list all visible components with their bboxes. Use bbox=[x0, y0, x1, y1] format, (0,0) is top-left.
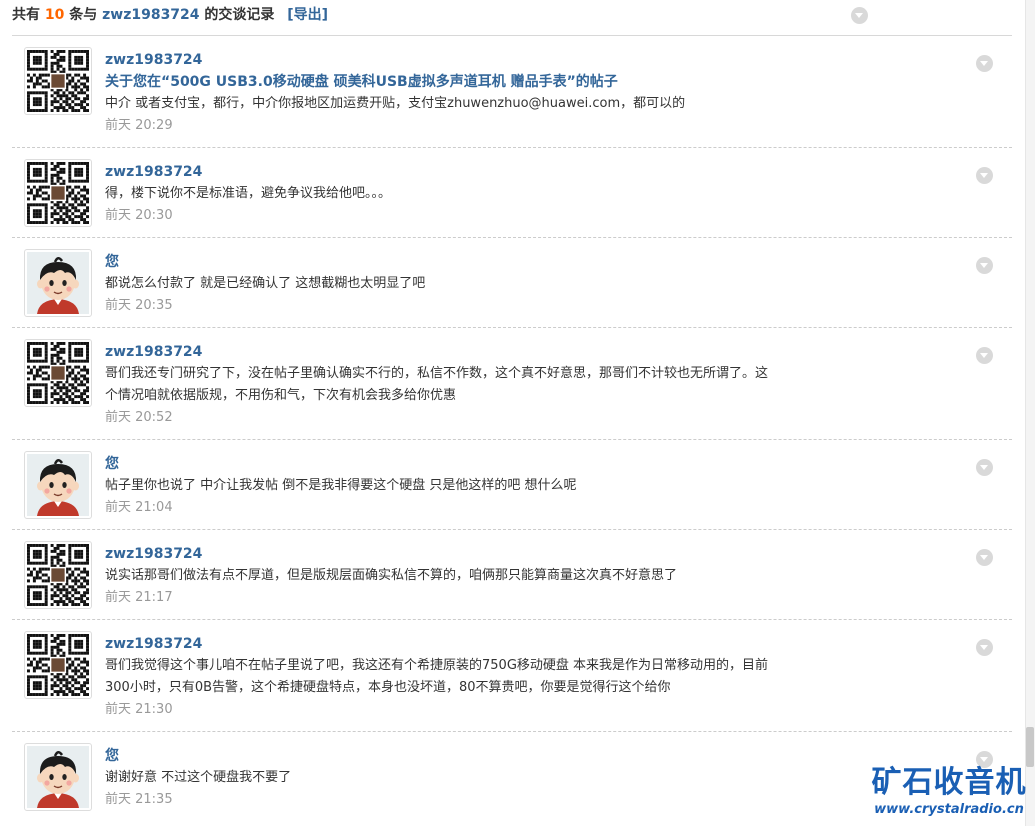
user-avatar[interactable] bbox=[24, 743, 92, 811]
message-timestamp: 前天 20:52 bbox=[105, 410, 173, 425]
message-item: zwz1983724 说实话那哥们做法有点不厚道，但是版规层面确实私信不算的，咱俩… bbox=[12, 529, 1012, 619]
message-author-link[interactable]: zwz1983724 bbox=[105, 341, 882, 363]
message-list: zwz1983724 关于您在“500G USB3.0移动硬盘 硕美科USB虚拟多… bbox=[12, 35, 1012, 821]
user-avatar[interactable] bbox=[24, 451, 92, 519]
message-item: zwz1983724 关于您在“500G USB3.0移动硬盘 硕美科USB虚拟多… bbox=[12, 35, 1012, 147]
message-item: 您帖子里你也说了 中介让我发帖 倒不是我非得要这个硬盘 只是他这样的吧 想什么呢… bbox=[12, 439, 1012, 529]
message-text: 都说怎么付款了 就是已经确认了 这想截糊也太明显了吧 bbox=[105, 276, 426, 291]
message-timestamp: 前天 21:30 bbox=[105, 702, 173, 717]
message-text: 个情况咱就依据版规，不用伤和气，下次有机会我多给你优惠 bbox=[105, 388, 457, 403]
message-author-link[interactable]: zwz1983724 bbox=[105, 161, 882, 183]
message-text: 得，楼下说你不是标准语，避免争议我给他吧。。。 bbox=[105, 186, 392, 201]
message-author-link[interactable]: 您 bbox=[105, 453, 882, 475]
thread-subject-link[interactable]: 关于您在“500G USB3.0移动硬盘 硕美科USB虚拟多声道耳机 赠品手表”… bbox=[105, 71, 882, 93]
message-options-icon[interactable] bbox=[976, 347, 993, 364]
message-text: 谢谢好意 不过这个硬盘我不要了 bbox=[105, 770, 292, 785]
message-author-link[interactable]: zwz1983724 bbox=[105, 543, 882, 565]
message-author-link[interactable]: zwz1983724 bbox=[105, 49, 882, 71]
peer-username[interactable]: zwz1983724 bbox=[102, 7, 199, 23]
message-text: 哥们我还专门研究了下，没在帖子里确认确实不行的，私信不作数，这个真不好意思，那哥… bbox=[105, 366, 769, 381]
summary-prefix: 共有 bbox=[12, 7, 40, 23]
message-timestamp: 前天 20:30 bbox=[105, 208, 173, 223]
message-timestamp: 前天 21:04 bbox=[105, 500, 173, 515]
message-text: 300小时，只有0B告警，这个希捷硬盘特点，本身也没坏道，80不算贵吧，你要是觉… bbox=[105, 680, 671, 695]
qr-code-avatar[interactable] bbox=[24, 541, 92, 609]
message-author-link[interactable]: zwz1983724 bbox=[105, 633, 882, 655]
export-button[interactable]: [导出] bbox=[287, 7, 328, 23]
message-options-icon[interactable] bbox=[976, 257, 993, 274]
message-item: zwz1983724 哥们我觉得这个事儿咱不在帖子里说了吧，我这还有个希捷原装的7… bbox=[12, 619, 1012, 731]
message-timestamp: 前天 20:29 bbox=[105, 118, 173, 133]
message-options-icon[interactable] bbox=[976, 549, 993, 566]
message-item: zwz1983724 哥们我还专门研究了下，没在帖子里确认确实不行的，私信不作数，… bbox=[12, 327, 1012, 439]
collapse-all-icon[interactable] bbox=[851, 7, 868, 24]
message-item: 您都说怎么付款了 就是已经确认了 这想截糊也太明显了吧 前天 20:35 bbox=[12, 237, 1012, 327]
qr-code-avatar[interactable] bbox=[24, 47, 92, 115]
summary-middle: 条与 bbox=[69, 7, 98, 23]
user-avatar[interactable] bbox=[24, 249, 92, 317]
message-text: 哥们我觉得这个事儿咱不在帖子里说了吧，我这还有个希捷原装的750G移动硬盘 本来… bbox=[105, 658, 769, 673]
message-author-link[interactable]: 您 bbox=[105, 745, 882, 767]
message-timestamp: 前天 21:35 bbox=[105, 792, 173, 807]
message-timestamp: 前天 21:17 bbox=[105, 590, 173, 605]
qr-code-avatar[interactable] bbox=[24, 631, 92, 699]
message-options-icon[interactable] bbox=[976, 167, 993, 184]
qr-code-avatar[interactable] bbox=[24, 159, 92, 227]
message-options-icon[interactable] bbox=[976, 639, 993, 656]
vertical-scrollbar[interactable] bbox=[1025, 0, 1035, 826]
message-options-icon[interactable] bbox=[976, 55, 993, 72]
message-count: 10 bbox=[44, 7, 65, 23]
conversation-summary: 共有 10 条与 zwz1983724 的交谈记录 [导出] bbox=[12, 4, 328, 26]
message-text: 帖子里你也说了 中介让我发帖 倒不是我非得要这个硬盘 只是他这样的吧 想什么呢 bbox=[105, 478, 577, 493]
message-text: 中介 或者支付宝，都行，中介你报地区加运费开贴，支付宝zhuwenzhuo@hu… bbox=[105, 96, 686, 111]
site-watermark: 矿石收音机 www.crystalradio.cn bbox=[868, 765, 1030, 819]
message-item: zwz1983724 得，楼下说你不是标准语，避免争议我给他吧。。。 前天 20:3… bbox=[12, 147, 1012, 237]
watermark-title: 矿石收音机 bbox=[871, 765, 1027, 800]
message-text: 说实话那哥们做法有点不厚道，但是版规层面确实私信不算的，咱俩那只能算商量这次真不… bbox=[105, 568, 678, 583]
summary-suffix: 的交谈记录 bbox=[204, 7, 275, 23]
watermark-url: www.crystalradio.cn bbox=[874, 802, 1024, 817]
message-item: 您谢谢好意 不过这个硬盘我不要了 前天 21:35 bbox=[12, 731, 1012, 821]
message-options-icon[interactable] bbox=[976, 459, 993, 476]
qr-code-avatar[interactable] bbox=[24, 339, 92, 407]
message-author-link[interactable]: 您 bbox=[105, 251, 882, 273]
scrollbar-thumb[interactable] bbox=[1026, 727, 1034, 767]
message-timestamp: 前天 20:35 bbox=[105, 298, 173, 313]
